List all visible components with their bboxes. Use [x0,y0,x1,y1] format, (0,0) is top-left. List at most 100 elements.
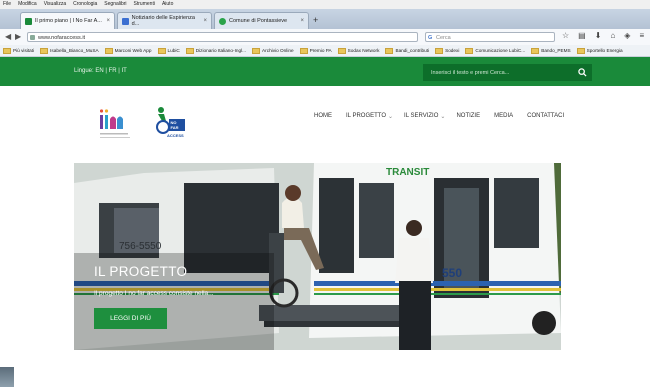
site-favicon-icon [25,17,32,25]
folder-icon [252,47,261,54]
bookmark-item[interactable]: Marconi Web App [104,47,152,54]
bookmark-item[interactable]: Dizionario Italiano-Ingl... [185,47,247,54]
folder-icon [531,47,540,54]
close-tab-icon[interactable]: × [300,18,304,24]
close-tab-icon[interactable]: × [203,18,207,24]
search-icon[interactable] [572,64,592,81]
bookmark-item[interactable]: Sodexi [435,47,460,54]
bookmark-item[interactable]: Premio PA [299,47,332,54]
folder-icon [385,47,394,54]
news-favicon-icon [122,17,129,25]
hamburger-menu-icon[interactable]: ≡ [639,31,644,40]
hero-title: IL PROGETTO [94,264,188,279]
folder-icon [435,47,444,54]
main-menu: HOME IL PROGETTO ⌄ IL SERVIZIO ⌄ NOTIZIE… [314,113,564,120]
bookmark-label: Premio PA [309,48,332,53]
desktop-corner [0,367,14,387]
folder-icon [40,47,49,54]
menu-edit[interactable]: Modifica [18,0,37,9]
bookmark-label: Isabella_Bianco_MuSA [50,48,99,53]
bus-number: 550 [442,266,462,280]
site-search-box: Inserisci il testo e premi Cerca... [423,64,592,81]
site-logo[interactable]: NO FAR ACCESS [98,105,195,150]
bookmark-item[interactable]: Più visitati [3,47,35,54]
reading-list-icon[interactable]: ▤ [578,31,586,40]
bus-sign: TRANSIT [386,167,429,178]
address-text: www.nofaraccess.it [38,35,86,41]
bookmark-item[interactable]: Sportello Energia [576,47,623,54]
browser-search-placeholder: Cerca [436,35,451,41]
tab-notiziario[interactable]: Notiziario delle Espirienza d... × [117,12,212,29]
bookmark-label: Sodax Network [347,48,380,53]
bookmark-label: LubiC [167,48,180,53]
tab-label: Il primo piano | I No Far A... [35,18,102,24]
chrome-favicon-icon [219,17,226,25]
bookmark-item[interactable]: LubiC [157,47,180,54]
tab-label: Comune di Pontassieve [229,18,288,24]
tab-il-primo-piano[interactable]: Il primo piano | I No Far A... × [20,12,115,29]
navigation-bar: ◀ ▶ www.nofaraccess.it G Cerca ☆ ▤ ⬇ ⌂ ◈… [0,29,650,46]
tab-strip: Il primo piano | I No Far A... × Notizia… [0,9,650,29]
svg-text:ACCESS: ACCESS [167,133,184,138]
nav-contattaci[interactable]: CONTATTACI [527,113,564,120]
bookmark-item[interactable]: Bandi_contributi [385,47,430,54]
no-far-access-logo-icon: NO FAR ACCESS [156,107,185,138]
bookmark-label: Sportello Energia [586,48,623,53]
bookmark-label: Più visitati [13,48,35,53]
menu-file[interactable]: File [3,0,11,9]
bookmark-star-icon[interactable]: ☆ [562,31,569,40]
bookmark-label: Comunicazione LubiC... [475,48,526,53]
bookmark-item[interactable]: Isabella_Bianco_MuSA [40,47,99,54]
site-search-input[interactable]: Inserisci il testo e premi Cerca... [423,70,572,76]
nav-notizie[interactable]: NOTIZIE [456,113,480,120]
new-tab-icon[interactable]: + [313,15,318,25]
search-engine-icon[interactable]: G [428,33,432,43]
forward-icon[interactable]: ▶ [15,32,21,41]
svg-text:FAR: FAR [171,125,179,130]
address-bar[interactable]: www.nofaraccess.it [27,32,418,42]
bus-phone: 756-5550 [119,241,162,252]
folder-icon [185,47,194,54]
browser-search-input[interactable]: G Cerca [425,32,555,42]
menu-view[interactable]: Visualizza [44,0,66,9]
nav-media[interactable]: MEDIA [494,113,513,120]
home-icon[interactable]: ⌂ [610,31,615,40]
bookmarks-bar: Più visitati Isabella_Bianco_MuSA Marcon… [0,45,650,57]
folder-icon [3,47,11,54]
bookmark-label: Bandi_contributi [395,48,430,53]
hero-description: Il progetto I no far access consiste nel… [94,290,214,297]
menu-help[interactable]: Aiuto [162,0,173,9]
back-icon[interactable]: ◀ [5,32,11,41]
folder-icon [299,47,308,54]
read-more-button[interactable]: LEGGI DI PIÙ [94,308,167,329]
tab-comune[interactable]: Comune di Pontassieve × [214,12,309,29]
bookmark-label: Marconi Web App [114,48,152,53]
tab-label: Notiziario delle Espirienza d... [131,15,195,27]
menu-history[interactable]: Cronologia [73,0,97,9]
bookmark-label: Sodexi [445,48,460,53]
nav-il-servizio[interactable]: IL SERVIZIO [404,113,438,120]
browser-menubar: File Modifica Visualizza Cronologia Segn… [0,0,650,9]
nav-home[interactable]: HOME [314,113,332,120]
bookmark-item[interactable]: Bando_PEMS [531,47,571,54]
language-selector[interactable]: Lingue: EN | FR | IT [74,68,127,74]
bookmark-label: Dizionario Italiano-Ingl... [195,48,247,53]
bookmark-label: Archivio Online [262,48,294,53]
folder-icon [157,47,166,54]
toolbar-icons: ☆ ▤ ⬇ ⌂ ◈ ≡ [562,31,644,40]
chevron-down-icon[interactable]: ⌄ [388,113,393,120]
bookmark-item[interactable]: Archivio Online [252,47,294,54]
menu-bookmarks[interactable]: Segnalibri [104,0,126,9]
folder-icon [337,47,346,54]
close-tab-icon[interactable]: × [106,18,110,24]
chevron-down-icon[interactable]: ⌄ [440,113,445,120]
site-info-icon[interactable] [30,35,35,40]
bookmark-item[interactable]: Comunicazione LubiC... [465,47,526,54]
shield-icon[interactable]: ◈ [624,31,630,40]
bookmark-item[interactable]: Sodax Network [337,47,380,54]
menu-tools[interactable]: Strumenti [134,0,155,9]
project-logo-icon [98,109,130,138]
nav-il-progetto[interactable]: IL PROGETTO [346,113,386,120]
download-icon[interactable]: ⬇ [595,31,602,40]
folder-icon [465,47,474,54]
